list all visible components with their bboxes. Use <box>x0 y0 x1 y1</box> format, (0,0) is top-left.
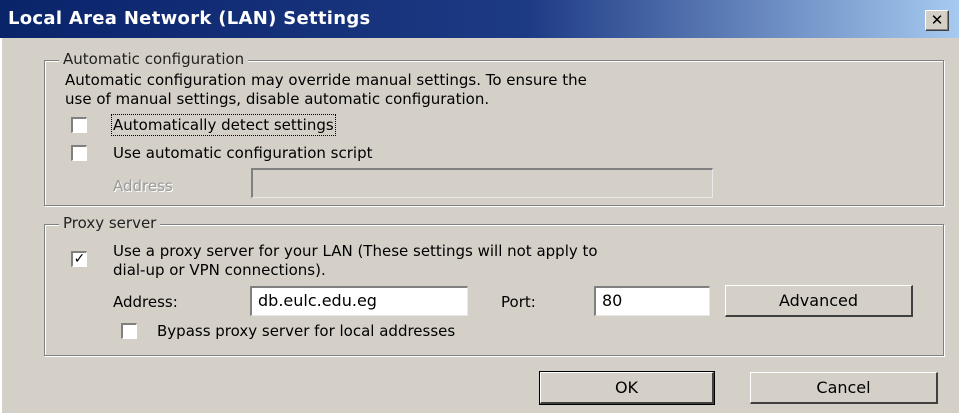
ok-button-label: OK <box>614 378 639 397</box>
auto-config-description-line2: use of manual settings, disable automati… <box>65 90 490 108</box>
proxy-server-group: Proxy server ✓ Use a proxy server for yo… <box>44 214 944 356</box>
automatic-configuration-group: Automatic configuration Automatic config… <box>44 50 944 206</box>
proxy-address-label: Address: <box>113 293 178 311</box>
use-proxy-label-line2[interactable]: dial-up or VPN connections). <box>113 261 326 279</box>
dialog-body: Automatic configuration Automatic config… <box>0 38 959 413</box>
ok-button[interactable]: OK <box>539 371 715 405</box>
bypass-proxy-label[interactable]: Bypass proxy server for local addresses <box>157 322 455 340</box>
use-proxy-checkbox[interactable]: ✓ <box>71 251 87 267</box>
advanced-button-label: Advanced <box>778 291 859 310</box>
proxy-address-input[interactable]: db.eulc.edu.eg <box>250 286 468 316</box>
cancel-button-label: Cancel <box>816 378 871 397</box>
auto-config-address-label: Address <box>113 177 173 195</box>
close-icon: ✕ <box>930 11 944 29</box>
auto-config-description-line1: Automatic configuration may override man… <box>65 71 587 89</box>
proxy-server-legend: Proxy server <box>59 214 161 232</box>
bypass-proxy-checkbox[interactable] <box>121 323 137 339</box>
use-proxy-label-line1[interactable]: Use a proxy server for your LAN (These s… <box>113 242 598 260</box>
proxy-port-label: Port: <box>501 293 536 311</box>
auto-detect-checkbox[interactable] <box>71 117 87 133</box>
auto-detect-label[interactable]: Automatically detect settings <box>111 114 336 136</box>
auto-config-address-field[interactable] <box>251 168 713 198</box>
dialog-title: Local Area Network (LAN) Settings <box>8 8 371 29</box>
proxy-port-input[interactable]: 80 <box>594 286 710 316</box>
auto-config-script-label[interactable]: Use automatic configuration script <box>113 144 372 162</box>
advanced-button[interactable]: Advanced <box>725 285 913 317</box>
auto-config-script-checkbox[interactable] <box>71 145 87 161</box>
close-button[interactable]: ✕ <box>925 10 949 31</box>
title-bar[interactable]: Local Area Network (LAN) Settings ✕ <box>0 0 959 38</box>
checkmark-icon: ✓ <box>73 251 86 267</box>
automatic-configuration-legend: Automatic configuration <box>59 50 249 68</box>
cancel-button[interactable]: Cancel <box>750 372 938 404</box>
